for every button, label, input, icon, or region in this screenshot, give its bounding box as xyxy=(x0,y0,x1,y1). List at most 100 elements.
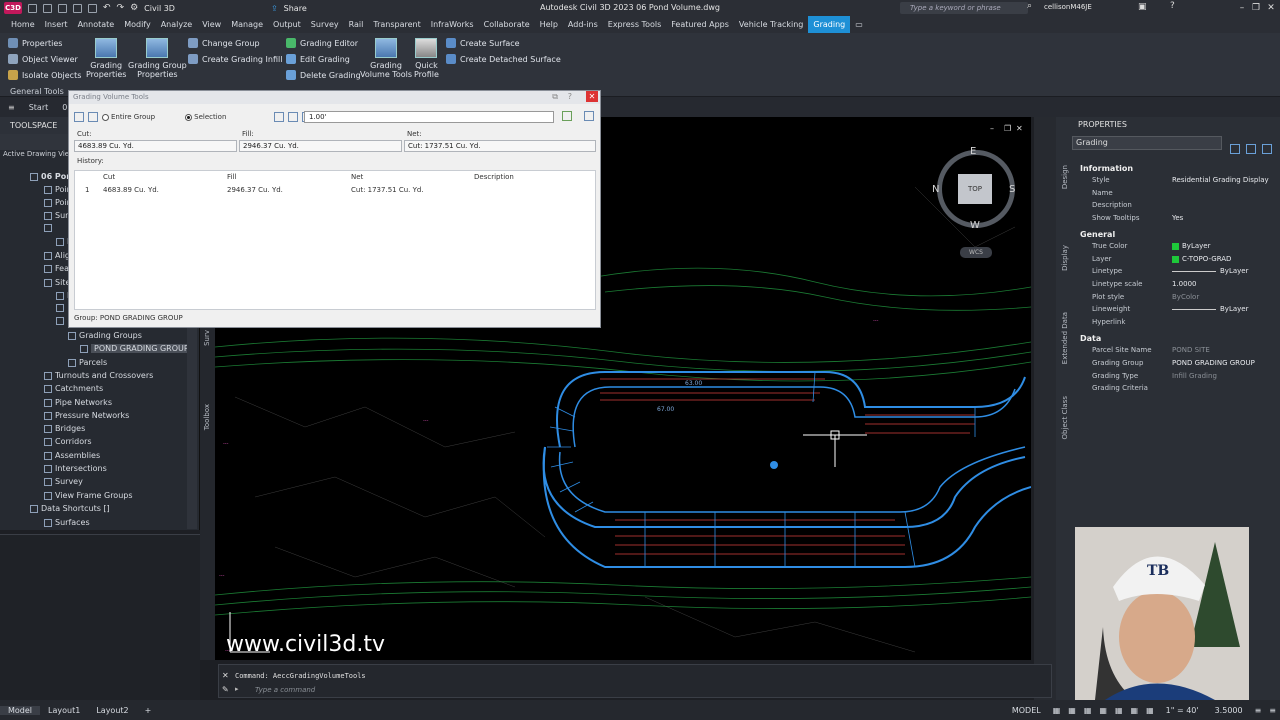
search-input[interactable]: Type a keyword or phrase xyxy=(900,2,1028,14)
cart-icon[interactable]: ▣ xyxy=(1138,2,1147,12)
command-input[interactable]: Type a command xyxy=(255,686,315,694)
tree-item[interactable] xyxy=(56,304,67,312)
polar-icon[interactable]: ▦ xyxy=(1095,706,1111,715)
menu-collaborate[interactable]: Collaborate xyxy=(479,16,535,33)
osnap-icon[interactable]: ▦ xyxy=(1111,706,1127,715)
toggle-pickadd-icon[interactable] xyxy=(1262,144,1272,154)
toolbox-tab[interactable]: Toolbox xyxy=(203,404,211,430)
menu-featured-apps[interactable]: Featured Apps xyxy=(666,16,734,33)
selection-radio[interactable]: Selection xyxy=(185,113,226,121)
lineweight-icon[interactable]: ▦ xyxy=(1127,706,1143,715)
delete-grading-button[interactable]: Delete Grading xyxy=(286,70,361,80)
general-tools-panel[interactable]: General Tools xyxy=(10,87,64,96)
dialog-pin-icon[interactable]: ⧉ xyxy=(552,92,558,102)
tree-item[interactable] xyxy=(56,317,67,325)
history-header-cut[interactable]: Cut xyxy=(103,173,115,181)
menu-add-ins[interactable]: Add-ins xyxy=(563,16,603,33)
design-tab[interactable]: Design xyxy=(1061,165,1069,189)
quick-profile-button[interactable]: Quick Profile xyxy=(414,38,439,79)
menu-transparent[interactable]: Transparent xyxy=(368,16,425,33)
print-icon[interactable] xyxy=(88,3,97,13)
entire-group-radio[interactable]: Entire Group xyxy=(102,113,155,121)
user-menu[interactable]: cellisonM46JE xyxy=(1044,3,1092,11)
layout-tab-model[interactable]: Model xyxy=(0,705,41,715)
tree-item[interactable]: Survey xyxy=(44,477,83,486)
command-close-icon[interactable]: ✕ xyxy=(222,671,229,680)
pick-entity-icon[interactable] xyxy=(74,112,84,122)
annotation-scale[interactable]: 1" = 40' xyxy=(1158,706,1207,715)
tree-item[interactable]: Grading Groups xyxy=(68,331,142,340)
menu-survey[interactable]: Survey xyxy=(306,16,344,33)
app-logo[interactable]: C3D xyxy=(4,2,22,14)
table-row[interactable]: 1 4683.89 Cu. Yd. 2946.37 Cu. Yd. Cut: 1… xyxy=(75,184,595,196)
tab-start[interactable]: Start xyxy=(29,103,49,112)
tree-item[interactable]: Surfaces xyxy=(44,518,90,527)
undo-icon[interactable]: ↶ xyxy=(103,3,111,13)
menu-vehicle-tracking[interactable]: Vehicle Tracking xyxy=(734,16,808,33)
menu-express-tools[interactable]: Express Tools xyxy=(603,16,667,33)
history-header-description[interactable]: Description xyxy=(474,173,514,181)
create-surface-button[interactable]: Create Surface xyxy=(446,38,520,48)
tree-item[interactable]: Turnouts and Crossovers xyxy=(44,371,153,380)
tree-item[interactable]: Corridors xyxy=(44,437,92,446)
history-header-fill[interactable]: Fill xyxy=(227,173,236,181)
property-value[interactable]: ByLayer xyxy=(1172,305,1248,313)
restore-button[interactable]: ❐ xyxy=(1250,2,1262,14)
object-class-tab[interactable]: Object Class xyxy=(1061,396,1069,439)
section-general[interactable]: General xyxy=(1080,230,1270,239)
compass-w[interactable]: W xyxy=(970,220,980,231)
change-group-button[interactable]: Change Group xyxy=(188,38,260,48)
history-header-net[interactable]: Net xyxy=(351,173,363,181)
raise-icon[interactable] xyxy=(274,112,285,122)
menu-output[interactable]: Output xyxy=(268,16,306,33)
tree-item[interactable]: View Frame Groups xyxy=(44,491,133,500)
compass-e[interactable]: E xyxy=(970,146,976,157)
viewcube-top-face[interactable]: TOP xyxy=(958,174,992,204)
menu-help[interactable]: Help xyxy=(535,16,563,33)
save-icon[interactable] xyxy=(58,3,67,13)
tree-item[interactable]: POND GRADING GROUP xyxy=(80,344,192,353)
menu-grading[interactable]: Grading xyxy=(808,16,851,33)
redo-icon[interactable]: ↷ xyxy=(117,3,125,13)
layout-tab-layout2[interactable]: Layout2 xyxy=(88,706,136,715)
property-value[interactable]: POND GRADING GROUP xyxy=(1172,359,1255,367)
grading-editor-button[interactable]: Grading Editor xyxy=(286,38,358,48)
layout-tab-layout1[interactable]: Layout1 xyxy=(40,706,88,715)
section-data[interactable]: Data xyxy=(1080,334,1270,343)
customize-icon[interactable]: ≡ xyxy=(1265,706,1280,715)
collapse-icon[interactable] xyxy=(584,111,594,121)
menu-icon[interactable]: ≡ xyxy=(8,103,15,112)
dialog-close-button[interactable]: ✕ xyxy=(586,91,598,102)
tree-item[interactable]: Pipe Networks xyxy=(44,398,112,407)
menu-modify[interactable]: Modify xyxy=(119,16,156,33)
elevation-increment-input[interactable]: 1.00' xyxy=(304,111,554,123)
menu-insert[interactable]: Insert xyxy=(40,16,73,33)
viewport-minimize-icon[interactable]: – xyxy=(990,124,994,133)
quick-select-icon[interactable] xyxy=(1230,144,1240,154)
workspace-selector[interactable]: Civil 3D xyxy=(144,4,175,13)
property-value[interactable]: Yes xyxy=(1172,214,1183,222)
open-icon[interactable] xyxy=(43,3,52,13)
workspace-gear-icon[interactable]: ⚙ xyxy=(130,3,138,13)
object-type-select[interactable]: Grading xyxy=(1072,136,1222,150)
wcs-menu[interactable]: WCS xyxy=(960,247,992,258)
tree-item[interactable]: Pressure Networks xyxy=(44,411,129,420)
tree-item[interactable]: Intersections xyxy=(44,464,107,473)
close-button[interactable]: ✕ xyxy=(1265,2,1277,14)
menu-analyze[interactable]: Analyze xyxy=(156,16,198,33)
lower-icon[interactable] xyxy=(288,112,299,122)
property-value[interactable]: C-TOPO-GRAD xyxy=(1172,255,1231,263)
create-grading-infill-button[interactable]: Create Grading Infill xyxy=(188,54,282,64)
share-icon[interactable]: ⇪ xyxy=(271,4,278,13)
tree-item[interactable]: Assemblies xyxy=(44,451,100,460)
tree-item[interactable]: Data Shortcuts [] xyxy=(30,504,110,513)
viewport-close-icon[interactable]: ✕ xyxy=(1016,124,1023,133)
object-viewer-button[interactable]: Object Viewer xyxy=(8,54,78,64)
extended-data-tab[interactable]: Extended Data xyxy=(1061,312,1069,364)
help-icon[interactable]: ? xyxy=(1170,1,1175,11)
model-space-toggle[interactable]: MODEL xyxy=(1004,706,1049,715)
grading-group-properties-button[interactable]: Grading Group Properties xyxy=(128,38,187,79)
viewport-restore-icon[interactable]: ❐ xyxy=(1004,124,1011,133)
menu-manage[interactable]: Manage xyxy=(226,16,268,33)
property-value[interactable]: POND SITE xyxy=(1172,346,1210,354)
